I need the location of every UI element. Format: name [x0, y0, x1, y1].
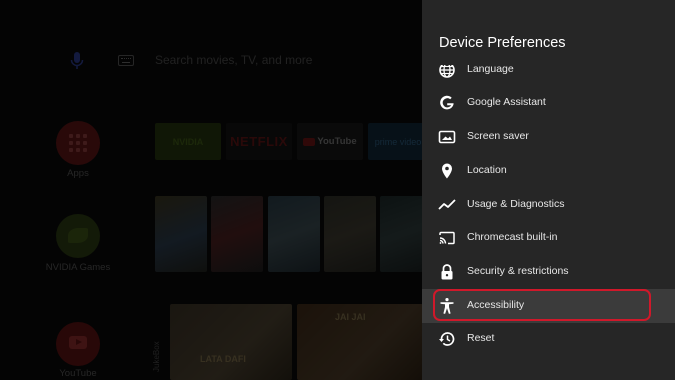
netflix-tile-label: NETFLIX	[230, 134, 288, 149]
menu-item-security[interactable]: Security & restrictions	[422, 255, 675, 289]
apps-button[interactable]	[56, 121, 100, 165]
youtube-app-tile[interactable]: YouTube	[297, 123, 363, 160]
menu-item-label: Accessibility	[467, 299, 525, 311]
apps-label: Apps	[67, 168, 89, 179]
menu-item-label: Screen saver	[467, 130, 529, 142]
trending-icon	[438, 199, 456, 210]
nvidia-icon	[68, 228, 88, 243]
content-poster[interactable]	[324, 196, 376, 272]
keyboard-icon[interactable]	[118, 55, 134, 66]
prime-video-app-tile[interactable]: prime video	[368, 123, 422, 160]
video-thumbnail[interactable]: LATA DAFI	[170, 304, 292, 380]
menu-item-location[interactable]: Location	[422, 154, 675, 188]
search-placeholder[interactable]: Search movies, TV, and more	[155, 53, 312, 67]
nvidia-games-button[interactable]	[56, 214, 100, 258]
youtube-logo-icon	[303, 137, 316, 146]
restore-icon	[439, 332, 455, 346]
screen-saver-icon	[438, 130, 456, 144]
accessibility-icon	[440, 298, 454, 314]
cast-icon	[439, 231, 455, 245]
menu-item-label: Location	[467, 164, 507, 176]
menu-item-screen-saver[interactable]: Screen saver	[422, 120, 675, 154]
nvidia-tile-label: NVIDIA	[172, 136, 204, 147]
menu-item-label: Reset	[467, 332, 495, 344]
microphone-icon[interactable]	[70, 52, 84, 70]
menu-item-label: Chromecast built-in	[467, 231, 558, 243]
page-title: Device Preferences	[439, 35, 566, 51]
menu-item-label: Google Assistant	[467, 96, 546, 108]
nvidia-games-label: NVIDIA Games	[45, 262, 111, 273]
apps-grid-icon	[69, 134, 87, 152]
content-poster[interactable]	[268, 196, 320, 272]
menu-item-label: Security & restrictions	[467, 265, 569, 277]
content-poster[interactable]	[211, 196, 263, 272]
menu-item-reset[interactable]: Reset	[422, 322, 675, 356]
menu-item-accessibility[interactable]: Accessibility	[422, 289, 675, 323]
menu-item-chromecast[interactable]: Chromecast built-in	[422, 221, 675, 255]
video-thumbnail[interactable]: JAI JAI	[297, 304, 422, 380]
menu-item-label: Usage & Diagnostics	[467, 198, 565, 210]
location-pin-icon	[442, 163, 452, 179]
youtube-tile-label: YouTube	[297, 123, 363, 160]
jukebox-label: JukeBox	[152, 341, 161, 372]
google-icon	[440, 95, 454, 110]
prime-video-tile-label: prime video	[374, 136, 422, 147]
youtube-button[interactable]	[56, 322, 100, 366]
youtube-label: YouTube	[59, 368, 97, 379]
nvidia-app-tile[interactable]: NVIDIA	[155, 123, 221, 160]
video-title: JAI JAI	[335, 312, 366, 322]
youtube-tile-text: YouTube	[317, 136, 357, 147]
panel-header: Device Preferences	[422, 0, 675, 65]
menu-item-usage-diagnostics[interactable]: Usage & Diagnostics	[422, 188, 675, 222]
video-title: LATA DAFI	[200, 354, 246, 364]
device-preferences-panel: Language Device Preferences Google Assis…	[422, 0, 675, 380]
menu-item-google-assistant[interactable]: Google Assistant	[422, 86, 675, 120]
lock-icon	[441, 264, 453, 280]
netflix-app-tile[interactable]: NETFLIX	[226, 123, 292, 160]
home-screen: Search movies, TV, and more Apps NVIDIA …	[0, 0, 422, 380]
content-poster[interactable]	[155, 196, 207, 272]
content-poster[interactable]	[380, 196, 422, 272]
youtube-icon	[69, 336, 87, 349]
